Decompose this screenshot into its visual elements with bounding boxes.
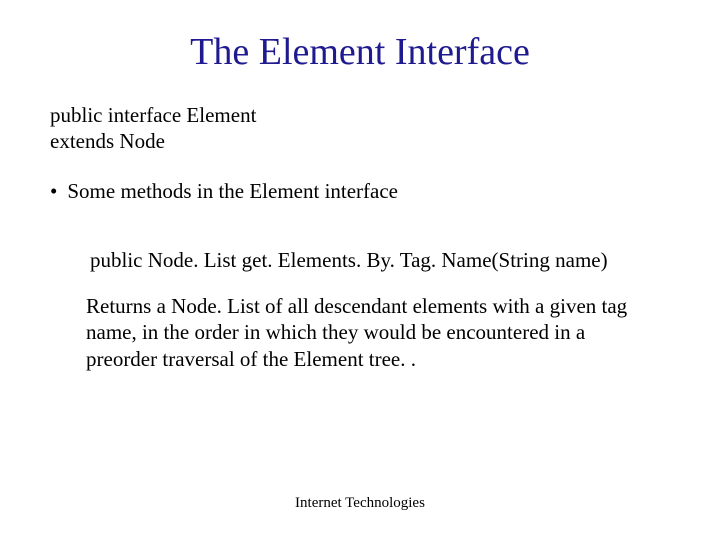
slide-title: The Element Interface: [50, 30, 670, 74]
bullet-dot-icon: •: [50, 179, 57, 204]
bullet-item: • Some methods in the Element interface: [50, 179, 670, 204]
method-description: Returns a Node. List of all descendant e…: [86, 293, 660, 374]
declaration-line-2: extends Node: [50, 128, 670, 154]
method-signature: public Node. List get. Elements. By. Tag…: [90, 248, 670, 273]
slide: The Element Interface public interface E…: [0, 0, 720, 540]
declaration-line-1: public interface Element: [50, 102, 670, 128]
bullet-text: Some methods in the Element interface: [67, 179, 398, 204]
footer-text: Internet Technologies: [0, 495, 720, 512]
interface-declaration: public interface Element extends Node: [50, 102, 670, 155]
